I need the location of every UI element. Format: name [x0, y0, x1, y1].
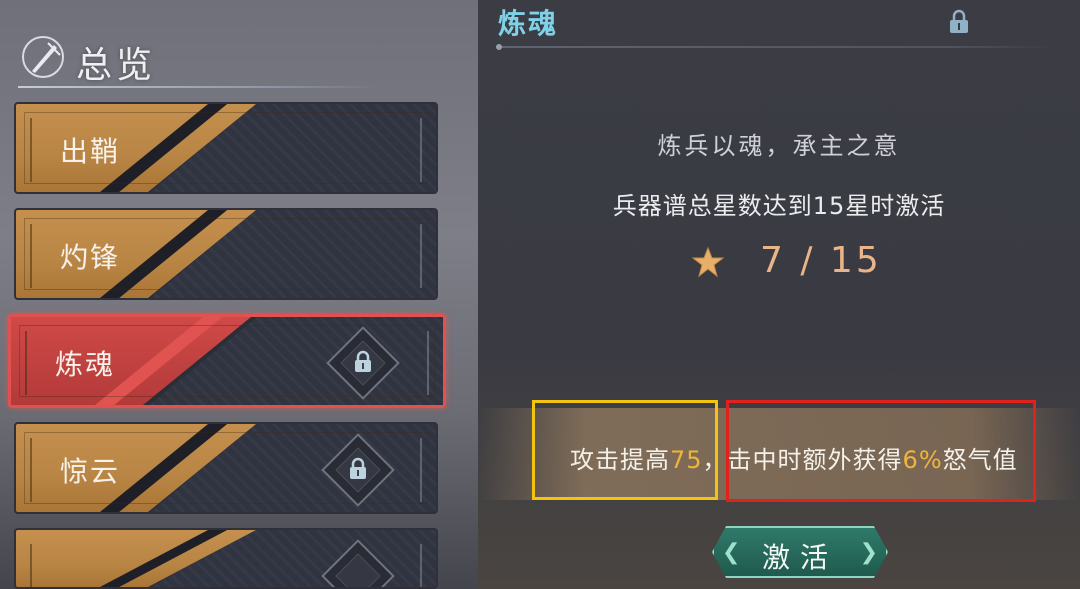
header-divider [18, 86, 378, 88]
annotation-box-yellow [532, 400, 718, 500]
star-icon [692, 246, 724, 278]
activate-button[interactable]: ❮ 激活 ❯ [712, 526, 888, 578]
sidebar-title: 总览 [76, 45, 157, 86]
tab-label: 出鞘 [60, 135, 121, 168]
requirement-text: 兵器谱总星数达到15星时激活 [612, 192, 946, 220]
panel-title: 炼魂 [498, 7, 559, 40]
tab-partial[interactable] [14, 528, 438, 589]
tab-label: 惊云 [60, 455, 121, 488]
detail-panel: 炼魂 炼兵以魂，承主之意 兵器谱总星数达到15星时激活 7 / 15 攻击提高7… [478, 0, 1080, 589]
tab-label: 炼魂 [55, 348, 116, 381]
annotation-box-red [726, 400, 1036, 502]
tab-label: 灼锋 [60, 241, 121, 274]
star-progress: 7 / 15 [760, 240, 882, 281]
tab-chuqiao[interactable]: 出鞘 [14, 102, 438, 194]
sidebar: 总览 出鞘 灼锋 炼魂 惊云 [0, 0, 478, 589]
motto-text: 炼兵以魂，承主之意 [657, 132, 901, 160]
sword-emblem-icon [22, 36, 64, 78]
tab-jingyun[interactable]: 惊云 [14, 422, 438, 514]
lock-icon [350, 457, 366, 479]
divider-dot [496, 44, 502, 50]
lock-icon [950, 9, 968, 33]
title-divider [498, 46, 1058, 48]
lock-icon [355, 350, 371, 372]
sidebar-header: 总览 [18, 30, 378, 90]
chevron-right-icon: ❯ [859, 540, 878, 565]
tab-zhuofeng[interactable]: 灼锋 [14, 208, 438, 300]
tab-lianhun[interactable]: 炼魂 [8, 314, 446, 408]
